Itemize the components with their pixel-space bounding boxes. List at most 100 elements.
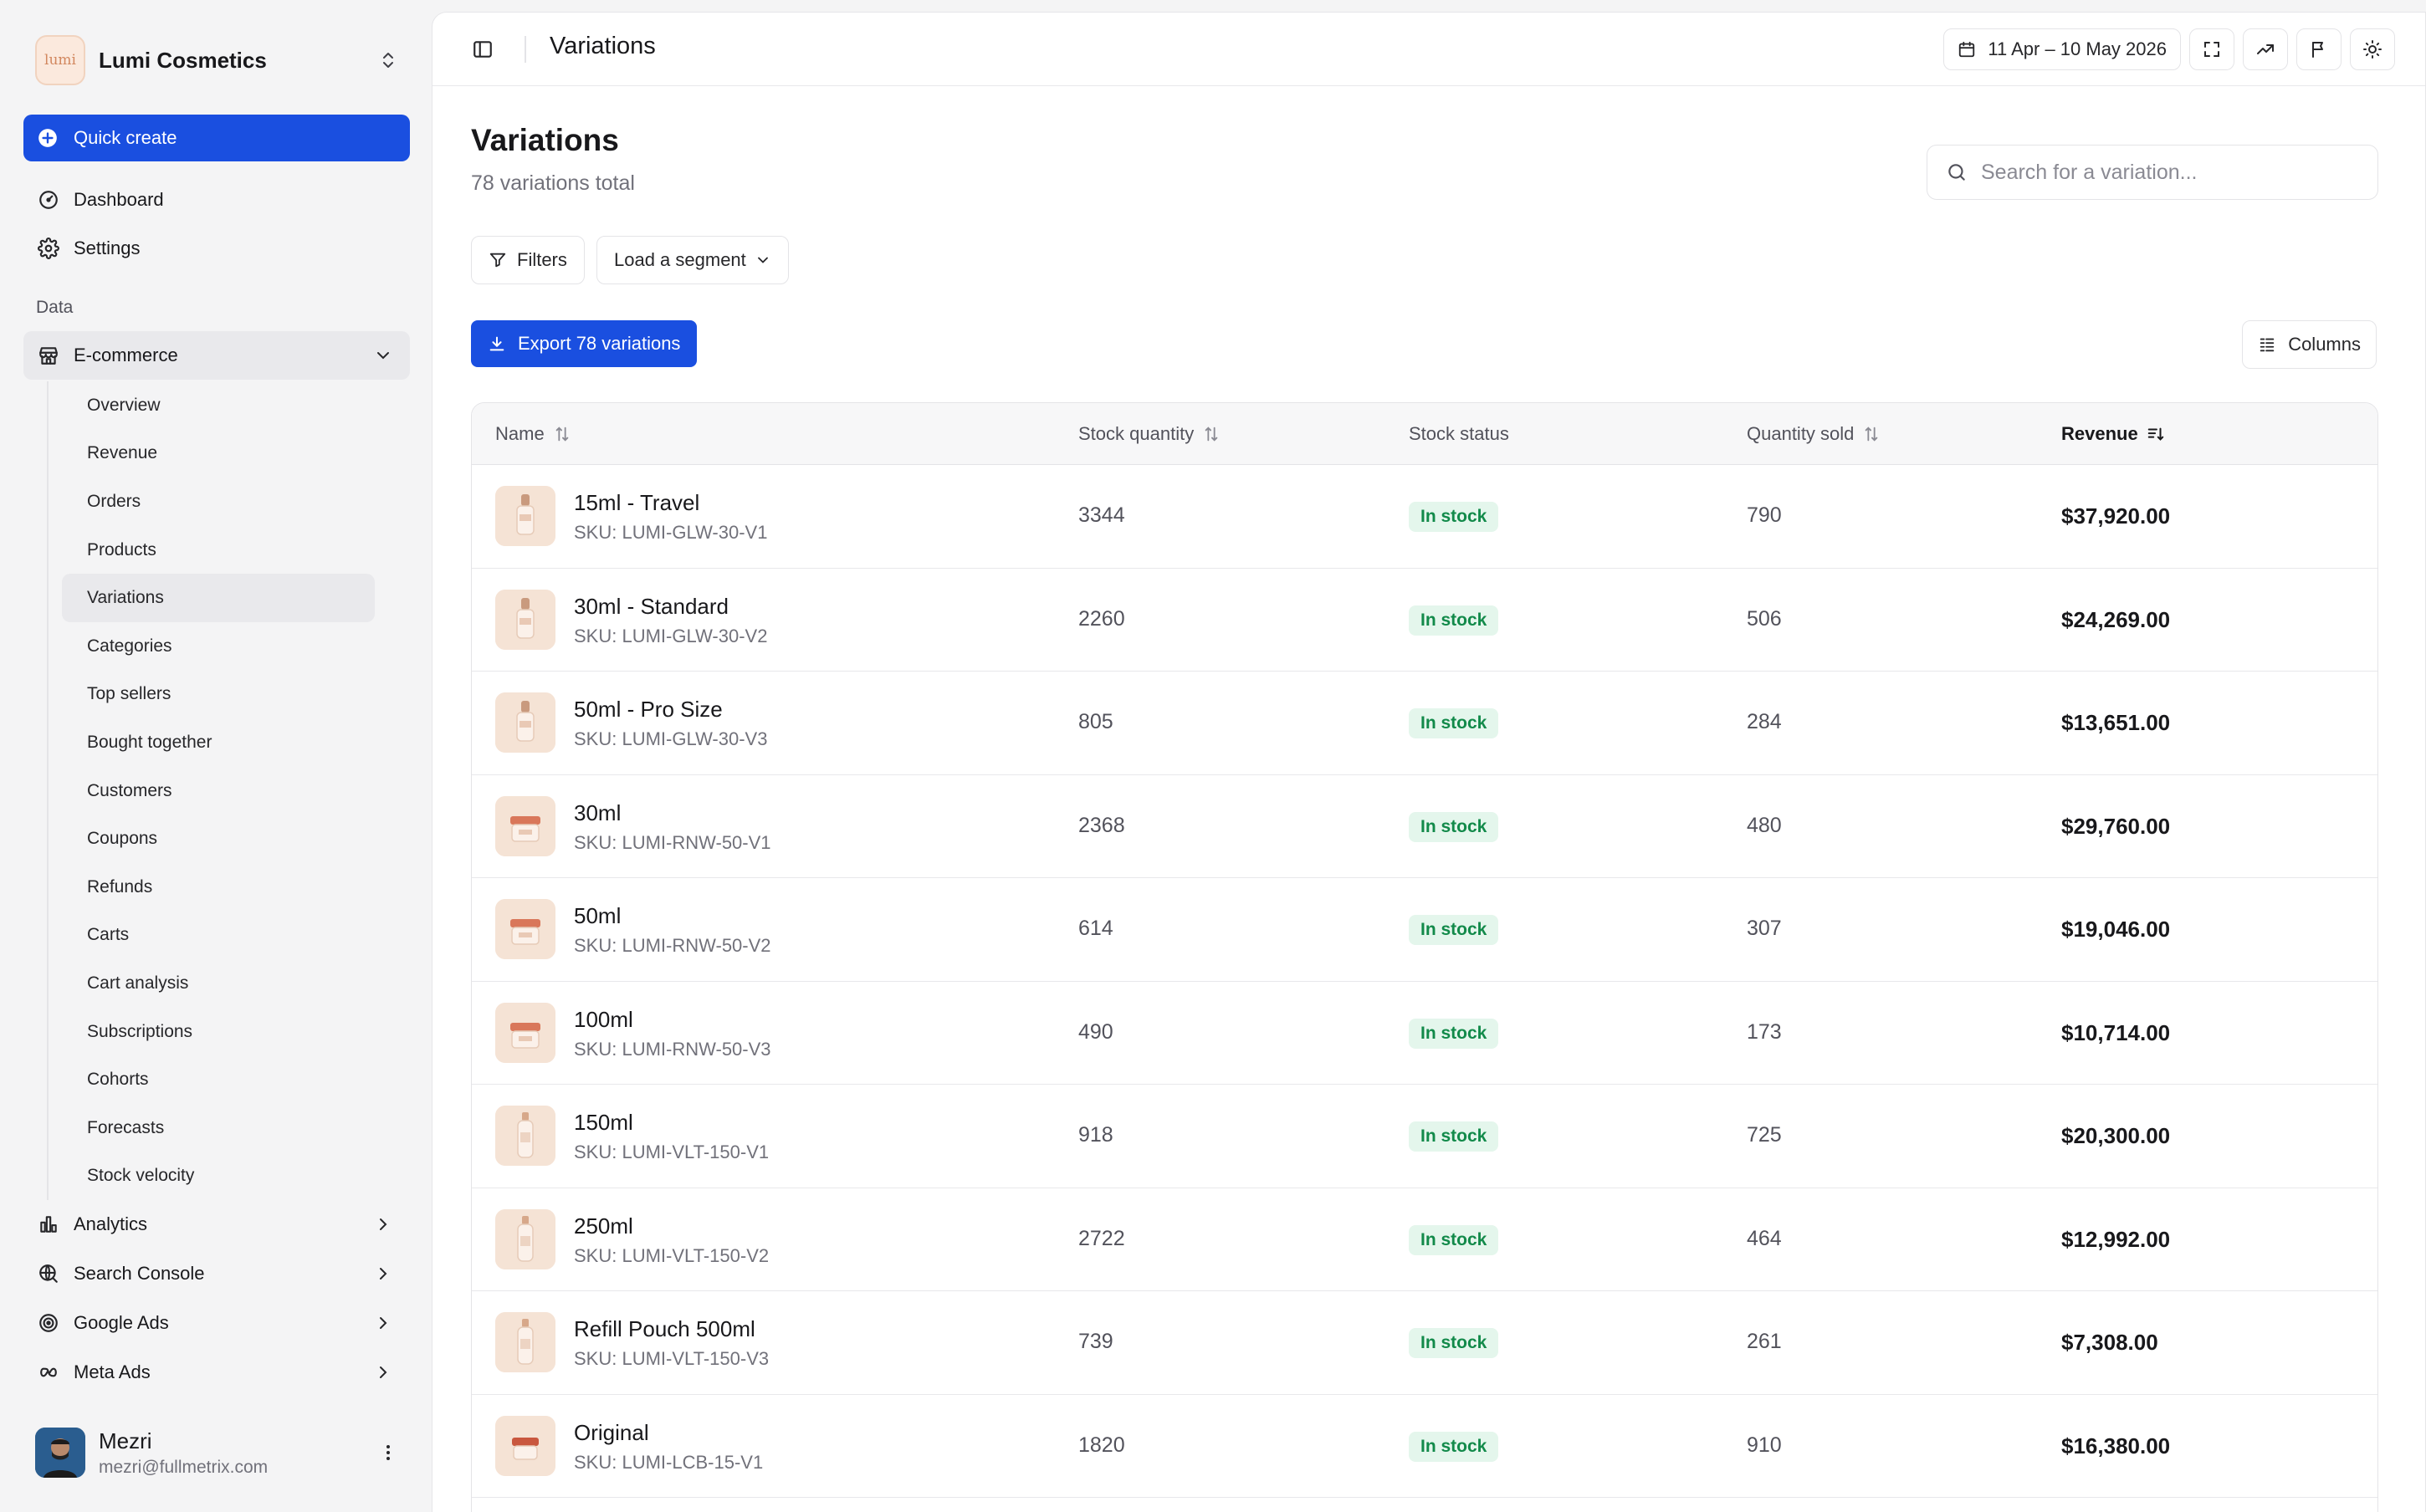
- column-header-quantity-sold[interactable]: Quantity sold: [1747, 423, 1881, 445]
- infinity-icon: [37, 1361, 60, 1384]
- table-row[interactable]: 100ml SKU: LUMI-RNW-50-V3 490 In stock 173 $1…: [472, 982, 2377, 1085]
- theme-toggle-button[interactable]: [2350, 28, 2395, 70]
- sidebar-subitem-products[interactable]: Products: [62, 526, 375, 575]
- variation-name[interactable]: 30ml - Standard: [574, 594, 729, 620]
- filters-button[interactable]: Filters: [471, 236, 585, 284]
- sidebar-subitem-variations[interactable]: Variations: [62, 574, 375, 622]
- status-badge: In stock: [1409, 708, 1499, 738]
- column-header-stock-quantity[interactable]: Stock quantity: [1078, 423, 1221, 445]
- quantity-sold-cell: 173: [1747, 1019, 1782, 1044]
- sidebar-item-meta-ads[interactable]: Meta Ads: [23, 1347, 410, 1397]
- table-row[interactable]: 15ml - Travel SKU: LUMI-GLW-30-V1 3344 In s…: [472, 465, 2377, 569]
- variation-name[interactable]: 30ml: [574, 800, 621, 826]
- chevron-down-icon: [755, 252, 771, 268]
- revenue-cell: $24,269.00: [2061, 606, 2171, 632]
- sidebar-subitem-carts[interactable]: Carts: [62, 912, 375, 960]
- search-field[interactable]: [1927, 145, 2378, 200]
- trends-button[interactable]: [2243, 28, 2288, 70]
- sidebar-subitem-bought-together[interactable]: Bought together: [62, 718, 375, 767]
- sidebar-subitem-coupons[interactable]: Coupons: [62, 815, 375, 863]
- quantity-sold-cell: 790: [1747, 503, 1782, 527]
- sidebar-subitem-stock-velocity[interactable]: Stock velocity: [62, 1152, 375, 1201]
- revenue-cell: $12,992.00: [2061, 1226, 2171, 1252]
- sidebar-subitem-overview[interactable]: Overview: [62, 381, 375, 430]
- variation-sku: SKU: LUMI-GLW-30-V3: [574, 728, 768, 749]
- variation-sku: SKU: LUMI-VLT-150-V1: [574, 1142, 770, 1162]
- workspace-switcher[interactable]: lumi Lumi Cosmetics: [23, 27, 410, 94]
- sidebar-item-search-console[interactable]: Search Console: [23, 1249, 410, 1298]
- sidebar-item-label: Settings: [74, 238, 141, 258]
- search-input[interactable]: [1981, 160, 2366, 185]
- fullscreen-button[interactable]: [2189, 28, 2234, 70]
- table-row[interactable]: 250ml SKU: LUMI-VLT-150-V2 2722 In stock 464…: [472, 1188, 2377, 1291]
- table-body: 15ml - Travel SKU: LUMI-GLW-30-V1 3344 In s…: [472, 465, 2377, 1498]
- sidebar-toggle-icon[interactable]: [468, 34, 498, 64]
- sidebar-item-analytics[interactable]: Analytics: [23, 1199, 410, 1249]
- columns-label: Columns: [2288, 334, 2361, 355]
- plus-circle-icon: [37, 127, 59, 149]
- sidebar-item-label: Analytics: [74, 1213, 148, 1234]
- section-label-data: Data: [36, 298, 74, 317]
- table-row[interactable]: Refill Pouch 500ml SKU: LUMI-VLT-150-V3 73…: [472, 1291, 2377, 1395]
- sidebar-subitem-customers[interactable]: Customers: [62, 767, 375, 815]
- revenue-cell: $20,300.00: [2061, 1123, 2171, 1148]
- table-row[interactable]: 150ml SKU: LUMI-VLT-150-V1 918 In stock 725 $…: [472, 1085, 2377, 1188]
- column-header-stock-status: Stock status: [1409, 423, 1509, 445]
- sidebar-item-label: Meta Ads: [74, 1361, 151, 1382]
- variation-name[interactable]: 50ml - Pro Size: [574, 697, 723, 723]
- sidebar-subitem-refunds[interactable]: Refunds: [62, 863, 375, 912]
- sidebar-item-label: E-commerce: [74, 345, 178, 365]
- chevrons-up-down-icon: [378, 50, 398, 70]
- variation-name[interactable]: 100ml: [574, 1007, 633, 1033]
- user-email: mezri@fullmetrix.com: [99, 1457, 269, 1477]
- variation-name[interactable]: 150ml: [574, 1110, 633, 1136]
- column-header-revenue[interactable]: Revenue: [2061, 423, 2165, 445]
- quantity-sold-cell: 284: [1747, 710, 1782, 733]
- revenue-cell: $29,760.00: [2061, 813, 2171, 839]
- variation-name[interactable]: 250ml: [574, 1213, 633, 1239]
- product-thumbnail: [495, 1106, 555, 1166]
- table-row[interactable]: 50ml - Pro Size SKU: LUMI-GLW-30-V3 805 In …: [472, 672, 2377, 775]
- sidebar-subitem-revenue[interactable]: Revenue: [62, 430, 375, 478]
- status-badge: In stock: [1409, 1431, 1499, 1462]
- sidebar-item-google-ads[interactable]: Google Ads: [23, 1298, 410, 1347]
- variation-name[interactable]: Refill Pouch 500ml: [574, 1316, 755, 1342]
- status-badge: In stock: [1409, 1121, 1499, 1152]
- variation-sku: SKU: LUMI-RNW-50-V3: [574, 1038, 771, 1060]
- topbar-divider: [525, 36, 526, 63]
- revenue-cell: $7,308.00: [2061, 1330, 2158, 1355]
- variation-name[interactable]: 15ml - Travel: [574, 490, 699, 516]
- sort-icon: [1202, 425, 1221, 443]
- sidebar-subitem-forecasts[interactable]: Forecasts: [62, 1104, 375, 1152]
- variation-name[interactable]: 50ml: [574, 903, 621, 929]
- user-menu[interactable]: Mezri mezri@fullmetrix.com: [23, 1422, 410, 1484]
- sidebar-subitem-categories[interactable]: Categories: [62, 622, 375, 671]
- more-vertical-icon[interactable]: [378, 1443, 398, 1463]
- export-button[interactable]: Export 78 variations: [471, 320, 698, 367]
- columns-button[interactable]: Columns: [2242, 320, 2377, 369]
- sidebar-subitem-subscriptions[interactable]: Subscriptions: [62, 1008, 375, 1056]
- sidebar-item-settings[interactable]: Settings: [23, 224, 410, 273]
- gauge-icon: [37, 188, 60, 212]
- sidebar-item-dashboard[interactable]: Dashboard: [23, 176, 410, 224]
- variation-name[interactable]: Original: [574, 1420, 649, 1446]
- flag-button[interactable]: [2296, 28, 2342, 70]
- sidebar-bottom-nav: Analytics Search Console Google Ads Meta…: [23, 1199, 410, 1397]
- table-row[interactable]: Original SKU: LUMI-LCB-15-V1 1820 In stock 9…: [472, 1395, 2377, 1498]
- load-segment-dropdown[interactable]: Load a segment: [596, 236, 789, 284]
- column-header-name[interactable]: Name: [495, 423, 571, 445]
- sidebar-subitem-top-sellers[interactable]: Top sellers: [62, 671, 375, 719]
- sidebar-subitem-cohorts[interactable]: Cohorts: [62, 1055, 375, 1104]
- table-header: Name Stock quantity Stock status Quantit…: [472, 403, 2377, 465]
- table-row[interactable]: 30ml SKU: LUMI-RNW-50-V1 2368 In stock 480 $2…: [472, 775, 2377, 878]
- table-row[interactable]: 50ml SKU: LUMI-RNW-50-V2 614 In stock 307 $19…: [472, 878, 2377, 982]
- sidebar-item-ecommerce[interactable]: E-commerce: [23, 331, 410, 380]
- sidebar-subitem-cart-analysis[interactable]: Cart analysis: [62, 959, 375, 1008]
- stock-quantity-cell: 1820: [1078, 1433, 1125, 1457]
- gear-icon: [37, 237, 60, 260]
- quick-create-button[interactable]: Quick create: [23, 115, 410, 161]
- date-range-picker[interactable]: 11 Apr – 10 May 2026: [1943, 28, 2181, 70]
- sidebar-subitem-orders[interactable]: Orders: [62, 478, 375, 526]
- variation-sku: SKU: LUMI-RNW-50-V1: [574, 831, 771, 853]
- table-row[interactable]: 30ml - Standard SKU: LUMI-GLW-30-V2 2260 In…: [472, 569, 2377, 672]
